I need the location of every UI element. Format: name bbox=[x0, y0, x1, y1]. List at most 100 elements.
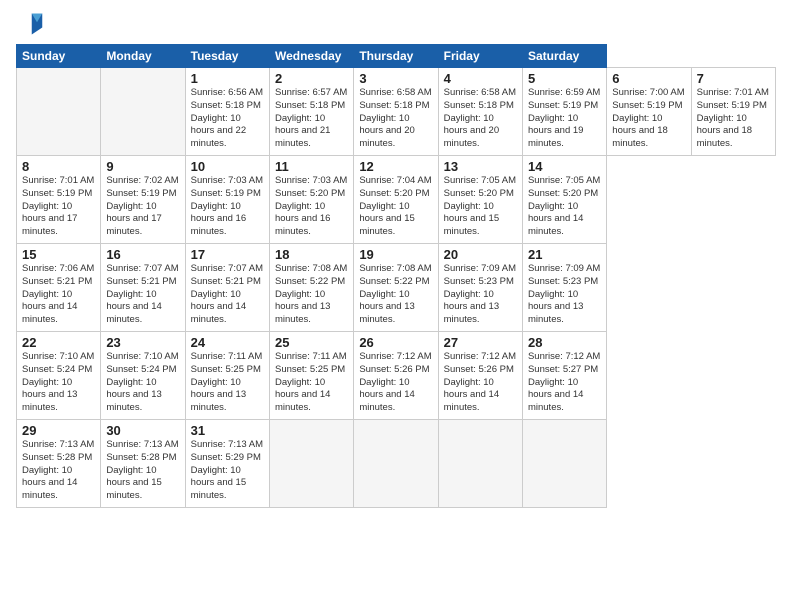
calendar-cell: 4Sunrise: 6:58 AMSunset: 5:18 PMDaylight… bbox=[438, 68, 522, 156]
day-info: Sunrise: 7:00 AMSunset: 5:19 PMDaylight:… bbox=[612, 87, 685, 151]
day-info: Sunrise: 7:10 AMSunset: 5:24 PMDaylight:… bbox=[106, 351, 179, 415]
calendar-cell: 25Sunrise: 7:11 AMSunset: 5:25 PMDayligh… bbox=[269, 332, 353, 420]
day-info: Sunrise: 7:05 AMSunset: 5:20 PMDaylight:… bbox=[528, 175, 601, 239]
calendar-cell: 7Sunrise: 7:01 AMSunset: 5:19 PMDaylight… bbox=[691, 68, 775, 156]
calendar-cell: 14Sunrise: 7:05 AMSunset: 5:20 PMDayligh… bbox=[522, 156, 606, 244]
calendar-week: 29 Sunrise: 7:13 AMSunset: 5:28 PMDayligh… bbox=[17, 420, 776, 508]
calendar-cell: 20Sunrise: 7:09 AMSunset: 5:23 PMDayligh… bbox=[438, 244, 522, 332]
day-info: Sunrise: 7:01 AMSunset: 5:19 PMDaylight:… bbox=[22, 175, 95, 239]
day-number: 5 bbox=[528, 71, 601, 86]
day-info: Sunrise: 7:07 AMSunset: 5:21 PMDaylight:… bbox=[191, 263, 264, 327]
calendar-cell: 27Sunrise: 7:12 AMSunset: 5:26 PMDayligh… bbox=[438, 332, 522, 420]
calendar-cell bbox=[438, 420, 522, 508]
day-info: Sunrise: 7:09 AMSunset: 5:23 PMDaylight:… bbox=[444, 263, 517, 327]
day-number: 18 bbox=[275, 247, 348, 262]
day-number: 23 bbox=[106, 335, 179, 350]
day-number: 22 bbox=[22, 335, 95, 350]
day-number: 26 bbox=[359, 335, 432, 350]
day-number: 1 bbox=[191, 71, 264, 86]
calendar-cell: 10Sunrise: 7:03 AMSunset: 5:19 PMDayligh… bbox=[185, 156, 269, 244]
day-info: Sunrise: 7:02 AMSunset: 5:19 PMDaylight:… bbox=[106, 175, 179, 239]
day-info: Sunrise: 7:09 AMSunset: 5:23 PMDaylight:… bbox=[528, 263, 601, 327]
day-number: 12 bbox=[359, 159, 432, 174]
day-number: 17 bbox=[191, 247, 264, 262]
day-info: Sunrise: 7:12 AMSunset: 5:26 PMDaylight:… bbox=[359, 351, 432, 415]
day-number: 4 bbox=[444, 71, 517, 86]
calendar-cell bbox=[101, 68, 185, 156]
day-info: Sunrise: 7:11 AMSunset: 5:25 PMDaylight:… bbox=[191, 351, 264, 415]
day-number: 25 bbox=[275, 335, 348, 350]
logo-icon bbox=[16, 10, 44, 38]
calendar-cell: 29Sunrise: 7:13 AMSunset: 5:28 PMDayligh… bbox=[17, 420, 101, 508]
day-info: Sunrise: 7:11 AMSunset: 5:25 PMDaylight:… bbox=[275, 351, 348, 415]
day-info: Sunrise: 7:04 AMSunset: 5:20 PMDaylight:… bbox=[359, 175, 432, 239]
day-info: Sunrise: 7:08 AMSunset: 5:22 PMDaylight:… bbox=[359, 263, 432, 327]
calendar-cell: 19Sunrise: 7:08 AMSunset: 5:22 PMDayligh… bbox=[354, 244, 438, 332]
calendar-week: 8Sunrise: 7:01 AMSunset: 5:19 PMDaylight… bbox=[17, 156, 776, 244]
day-number: 19 bbox=[359, 247, 432, 262]
calendar-cell: 6Sunrise: 7:00 AMSunset: 5:19 PMDaylight… bbox=[607, 68, 691, 156]
logo bbox=[16, 10, 48, 38]
day-info: Sunrise: 7:03 AMSunset: 5:19 PMDaylight:… bbox=[191, 175, 264, 239]
calendar-cell bbox=[522, 420, 606, 508]
weekday-header: Wednesday bbox=[269, 45, 353, 68]
calendar-cell: 3Sunrise: 6:58 AMSunset: 5:18 PMDaylight… bbox=[354, 68, 438, 156]
day-info: Sunrise: 7:01 AMSunset: 5:19 PMDaylight:… bbox=[697, 87, 770, 151]
calendar-cell: 21Sunrise: 7:09 AMSunset: 5:23 PMDayligh… bbox=[522, 244, 606, 332]
calendar-week: 15Sunrise: 7:06 AMSunset: 5:21 PMDayligh… bbox=[17, 244, 776, 332]
day-info: Sunrise: 7:07 AMSunset: 5:21 PMDaylight:… bbox=[106, 263, 179, 327]
calendar-cell: 17Sunrise: 7:07 AMSunset: 5:21 PMDayligh… bbox=[185, 244, 269, 332]
calendar-cell bbox=[17, 68, 101, 156]
calendar-week: 22Sunrise: 7:10 AMSunset: 5:24 PMDayligh… bbox=[17, 332, 776, 420]
day-info: Sunrise: 6:58 AMSunset: 5:18 PMDaylight:… bbox=[444, 87, 517, 151]
calendar-cell: 13Sunrise: 7:05 AMSunset: 5:20 PMDayligh… bbox=[438, 156, 522, 244]
calendar-cell: 16Sunrise: 7:07 AMSunset: 5:21 PMDayligh… bbox=[101, 244, 185, 332]
calendar-cell: 8Sunrise: 7:01 AMSunset: 5:19 PMDaylight… bbox=[17, 156, 101, 244]
day-info: Sunrise: 7:12 AMSunset: 5:26 PMDaylight:… bbox=[444, 351, 517, 415]
day-number: 29 bbox=[22, 423, 95, 438]
weekday-header: Thursday bbox=[354, 45, 438, 68]
day-info: Sunrise: 7:13 AMSunset: 5:28 PMDaylight:… bbox=[106, 439, 179, 503]
header-row: SundayMondayTuesdayWednesdayThursdayFrid… bbox=[17, 45, 776, 68]
day-number: 8 bbox=[22, 159, 95, 174]
day-number: 14 bbox=[528, 159, 601, 174]
day-number: 30 bbox=[106, 423, 179, 438]
calendar-cell: 26Sunrise: 7:12 AMSunset: 5:26 PMDayligh… bbox=[354, 332, 438, 420]
day-info: Sunrise: 7:10 AMSunset: 5:24 PMDaylight:… bbox=[22, 351, 95, 415]
calendar-cell bbox=[354, 420, 438, 508]
calendar-table: SundayMondayTuesdayWednesdayThursdayFrid… bbox=[16, 44, 776, 508]
calendar-cell: 11Sunrise: 7:03 AMSunset: 5:20 PMDayligh… bbox=[269, 156, 353, 244]
day-info: Sunrise: 6:58 AMSunset: 5:18 PMDaylight:… bbox=[359, 87, 432, 151]
day-number: 28 bbox=[528, 335, 601, 350]
calendar-cell: 5Sunrise: 6:59 AMSunset: 5:19 PMDaylight… bbox=[522, 68, 606, 156]
calendar-cell: 22Sunrise: 7:10 AMSunset: 5:24 PMDayligh… bbox=[17, 332, 101, 420]
day-number: 21 bbox=[528, 247, 601, 262]
day-number: 2 bbox=[275, 71, 348, 86]
day-number: 15 bbox=[22, 247, 95, 262]
weekday-header: Monday bbox=[101, 45, 185, 68]
day-info: Sunrise: 6:56 AMSunset: 5:18 PMDaylight:… bbox=[191, 87, 264, 151]
day-number: 13 bbox=[444, 159, 517, 174]
page: SundayMondayTuesdayWednesdayThursdayFrid… bbox=[0, 0, 792, 612]
day-info: Sunrise: 7:13 AMSunset: 5:29 PMDaylight:… bbox=[191, 439, 264, 503]
calendar-cell: 24Sunrise: 7:11 AMSunset: 5:25 PMDayligh… bbox=[185, 332, 269, 420]
day-info: Sunrise: 7:08 AMSunset: 5:22 PMDaylight:… bbox=[275, 263, 348, 327]
day-number: 16 bbox=[106, 247, 179, 262]
weekday-header: Saturday bbox=[522, 45, 606, 68]
day-number: 11 bbox=[275, 159, 348, 174]
calendar-cell: 15Sunrise: 7:06 AMSunset: 5:21 PMDayligh… bbox=[17, 244, 101, 332]
weekday-header: Friday bbox=[438, 45, 522, 68]
calendar-cell: 12Sunrise: 7:04 AMSunset: 5:20 PMDayligh… bbox=[354, 156, 438, 244]
day-number: 9 bbox=[106, 159, 179, 174]
calendar-cell: 2Sunrise: 6:57 AMSunset: 5:18 PMDaylight… bbox=[269, 68, 353, 156]
calendar-cell: 30Sunrise: 7:13 AMSunset: 5:28 PMDayligh… bbox=[101, 420, 185, 508]
day-info: Sunrise: 7:12 AMSunset: 5:27 PMDaylight:… bbox=[528, 351, 601, 415]
calendar-cell: 1Sunrise: 6:56 AMSunset: 5:18 PMDaylight… bbox=[185, 68, 269, 156]
calendar-cell: 28Sunrise: 7:12 AMSunset: 5:27 PMDayligh… bbox=[522, 332, 606, 420]
day-info: Sunrise: 6:59 AMSunset: 5:19 PMDaylight:… bbox=[528, 87, 601, 151]
day-number: 27 bbox=[444, 335, 517, 350]
weekday-header: Tuesday bbox=[185, 45, 269, 68]
calendar-cell: 31Sunrise: 7:13 AMSunset: 5:29 PMDayligh… bbox=[185, 420, 269, 508]
day-info: Sunrise: 7:03 AMSunset: 5:20 PMDaylight:… bbox=[275, 175, 348, 239]
weekday-header: Sunday bbox=[17, 45, 101, 68]
